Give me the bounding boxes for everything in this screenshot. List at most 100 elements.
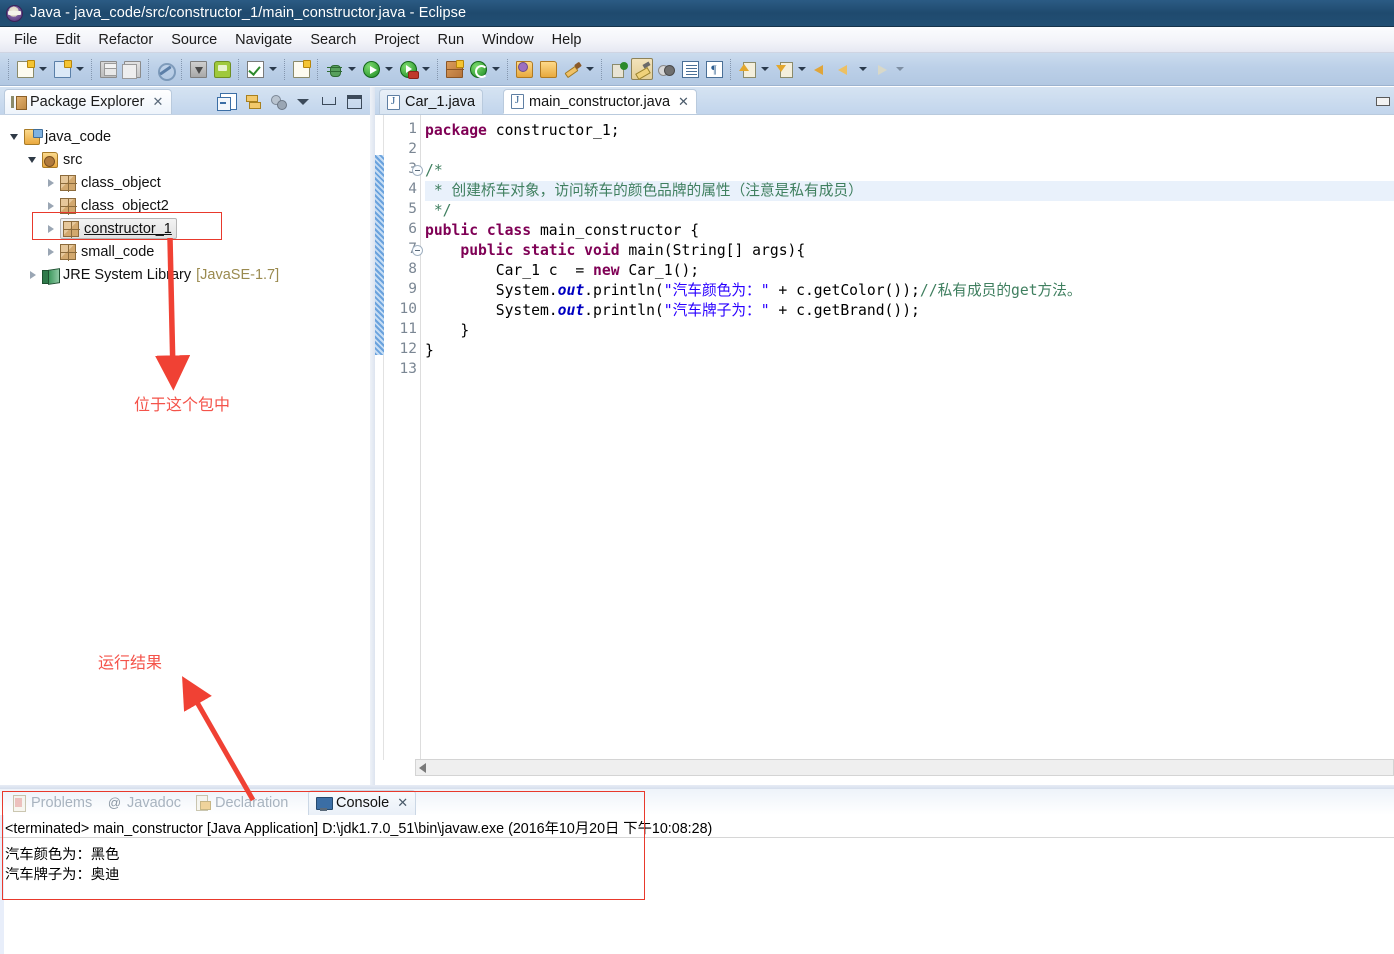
- collapse-all-icon[interactable]: [220, 93, 237, 110]
- run-icon[interactable]: [360, 58, 382, 80]
- debug-icon[interactable]: [323, 58, 345, 80]
- forward-dropdown-icon[interactable]: [894, 58, 906, 80]
- menu-item-search[interactable]: Search: [301, 30, 365, 50]
- code-line[interactable]: Car_1 c = new Car_1();: [425, 261, 1394, 281]
- refresh-dropdown-icon[interactable]: [490, 58, 502, 80]
- last-edit-location-icon[interactable]: [810, 58, 832, 80]
- link-with-editor-icon[interactable]: [245, 93, 262, 110]
- code-line[interactable]: /*: [425, 161, 1394, 181]
- editor-tab-main_constructor-java[interactable]: main_constructor.java✕: [503, 89, 697, 114]
- refresh-icon[interactable]: [467, 58, 489, 80]
- editor-horizontal-scrollbar[interactable]: [415, 759, 1394, 776]
- scroll-left-icon[interactable]: [419, 763, 426, 773]
- menu-item-run[interactable]: Run: [428, 30, 473, 50]
- code-line[interactable]: */: [425, 201, 1394, 221]
- tab-package-explorer[interactable]: Package Explorer ✕: [4, 89, 172, 114]
- maximize-icon[interactable]: [345, 93, 362, 110]
- open-task-icon[interactable]: [537, 58, 559, 80]
- code-line[interactable]: }: [425, 341, 1394, 361]
- lint-warnings-dropdown-icon[interactable]: [267, 58, 279, 80]
- menu-item-navigate[interactable]: Navigate: [226, 30, 301, 50]
- view-menu-dots-icon[interactable]: [270, 93, 287, 110]
- code-line[interactable]: public class main_constructor {: [425, 221, 1394, 241]
- previous-annotation-icon[interactable]: [773, 58, 795, 80]
- skip-breakpoints-icon[interactable]: [607, 58, 629, 80]
- menu-item-help[interactable]: Help: [543, 30, 591, 50]
- android-sdk-manager-icon[interactable]: [187, 58, 209, 80]
- back-dropdown-icon[interactable]: [857, 58, 869, 80]
- editor-body[interactable]: 12345678910111213 package constructor_1;…: [375, 114, 1394, 759]
- save-all-icon[interactable]: [121, 58, 143, 80]
- console-view[interactable]: <terminated> main_constructor [Java Appl…: [0, 815, 1394, 954]
- bottom-tab-console[interactable]: Console✕: [308, 790, 416, 815]
- run-configurations-icon[interactable]: [397, 58, 419, 80]
- new-java-file-icon[interactable]: [14, 58, 36, 80]
- tree-item-jre-system-library[interactable]: JRE System Library [JavaSE-1.7]: [26, 263, 279, 286]
- edit-pen-dropdown-icon[interactable]: [584, 58, 596, 80]
- menu-item-source[interactable]: Source: [162, 30, 226, 50]
- code-line[interactable]: [425, 141, 1394, 161]
- lint-warnings-icon[interactable]: [244, 58, 266, 80]
- bottom-tab-javadoc[interactable]: @Javadoc: [100, 790, 188, 815]
- code-line[interactable]: System.out.println("汽车牌子为：" + c.getBrand…: [425, 301, 1394, 321]
- minimize-icon[interactable]: [320, 93, 337, 110]
- edit-pen-icon[interactable]: [561, 58, 583, 80]
- tree-item-constructor_1[interactable]: constructor_1: [44, 217, 177, 240]
- new-java-file-dropdown-icon[interactable]: [37, 58, 49, 80]
- chevron-right-icon[interactable]: [44, 245, 58, 259]
- chevron-right-icon[interactable]: [26, 268, 40, 282]
- close-icon[interactable]: ✕: [678, 94, 689, 110]
- code-line[interactable]: * 创建桥车对象，访问轿车的颜色品牌的属性（注意是私有成员）: [425, 181, 1394, 201]
- back-icon[interactable]: [834, 58, 856, 80]
- new-wizard-icon[interactable]: [51, 58, 73, 80]
- debug-dropdown-icon[interactable]: [346, 58, 358, 80]
- android-virtual-device-manager-icon[interactable]: [211, 58, 233, 80]
- toggle-mask-icon[interactable]: [655, 58, 677, 80]
- run-configurations-dropdown-icon[interactable]: [420, 58, 432, 80]
- code-line[interactable]: }: [425, 321, 1394, 341]
- tree-item-selected-wrapper[interactable]: constructor_1: [60, 218, 177, 239]
- tree-item-java_code[interactable]: java_code: [8, 125, 111, 148]
- previous-annotation-dropdown-icon[interactable]: [796, 58, 808, 80]
- fold-collapse-icon[interactable]: [412, 245, 423, 256]
- tree-item-class_object[interactable]: class_object: [44, 171, 161, 194]
- menu-item-window[interactable]: Window: [473, 30, 543, 50]
- package-explorer-tree[interactable]: java_codesrcclass_objectclass_object2con…: [0, 114, 370, 785]
- editor-code[interactable]: package constructor_1;/* * 创建桥车对象，访问轿车的颜…: [425, 115, 1394, 760]
- bottom-tab-problems[interactable]: Problems: [4, 790, 99, 815]
- menu-item-project[interactable]: Project: [365, 30, 428, 50]
- close-icon[interactable]: ✕: [152, 94, 163, 110]
- next-annotation-dropdown-icon[interactable]: [759, 58, 771, 80]
- run-dropdown-icon[interactable]: [383, 58, 395, 80]
- code-line[interactable]: System.out.println("汽车颜色为：" + c.getColor…: [425, 281, 1394, 301]
- editor-marker-bar[interactable]: [375, 115, 384, 760]
- code-line[interactable]: [425, 361, 1394, 381]
- tree-item-small_code[interactable]: small_code: [44, 240, 154, 263]
- menu-item-file[interactable]: File: [5, 30, 46, 50]
- fold-collapse-icon[interactable]: [412, 165, 423, 176]
- bottom-tab-declaration[interactable]: Declaration: [188, 790, 295, 815]
- menu-item-edit[interactable]: Edit: [46, 30, 89, 50]
- chevron-right-icon[interactable]: [44, 199, 58, 213]
- save-icon[interactable]: [97, 58, 119, 80]
- forward-icon[interactable]: [871, 58, 893, 80]
- editor-tab-car_1-java[interactable]: Car_1.java: [379, 89, 483, 114]
- toggle-mark-occurrences-icon[interactable]: [154, 58, 176, 80]
- chevron-down-icon[interactable]: [8, 130, 22, 144]
- chevron-right-icon[interactable]: [44, 222, 58, 236]
- tree-item-src[interactable]: src: [26, 148, 82, 171]
- code-line[interactable]: public static void main(String[] args){: [425, 241, 1394, 261]
- editor-corner-button[interactable]: [1376, 97, 1390, 106]
- show-source-outline-icon[interactable]: [679, 58, 701, 80]
- close-icon[interactable]: ✕: [397, 795, 408, 811]
- new-java-package-icon[interactable]: [443, 58, 465, 80]
- menu-item-refactor[interactable]: Refactor: [89, 30, 162, 50]
- tree-item-class_object2[interactable]: class_object2: [44, 194, 169, 217]
- chevron-right-icon[interactable]: [44, 176, 58, 190]
- clean-icon[interactable]: [631, 58, 653, 80]
- show-whitespace-icon[interactable]: ¶: [703, 58, 725, 80]
- new-android-activity-icon[interactable]: [290, 58, 312, 80]
- view-menu-icon[interactable]: [295, 93, 312, 110]
- new-wizard-dropdown-icon[interactable]: [74, 58, 86, 80]
- chevron-down-icon[interactable]: [26, 153, 40, 167]
